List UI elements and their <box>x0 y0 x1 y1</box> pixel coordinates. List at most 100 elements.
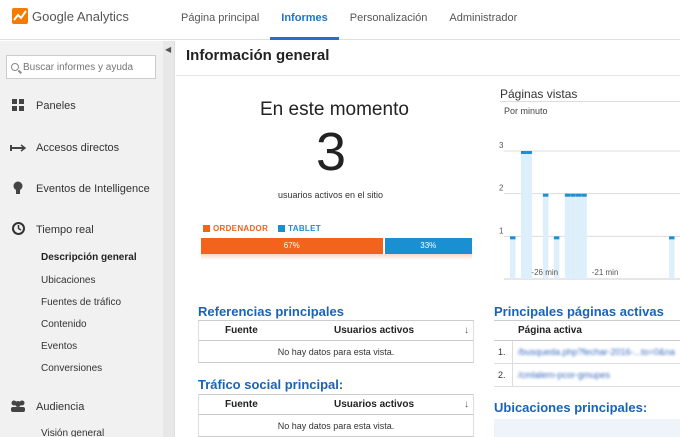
sidebar-item-label: Tiempo real <box>36 224 94 236</box>
sidebar-subitem-content[interactable]: Contenido <box>41 319 87 330</box>
bar-fill <box>581 193 587 279</box>
row-number: 1. <box>498 347 506 357</box>
tab-admin[interactable]: Administrador <box>438 0 528 40</box>
col-active-users[interactable]: Usuarios activos <box>334 325 414 336</box>
legend-item-tablet: TABLET <box>278 224 321 233</box>
col-source[interactable]: Fuente <box>225 399 258 410</box>
sidebar-item-audience[interactable]: Audiencia <box>0 396 163 418</box>
device-split-bar: 67% 33% <box>201 238 472 254</box>
collapse-arrow-icon[interactable]: ◀ <box>165 45 171 54</box>
x-tick-label: -21 min <box>592 268 619 277</box>
bar-cap <box>520 151 527 154</box>
locations-map-placeholder <box>494 419 680 437</box>
title-divider <box>176 75 680 76</box>
y-tick-label: 2 <box>499 184 504 193</box>
top-bar: Google Analytics Página principal Inform… <box>0 0 680 40</box>
sidebar-subitem-conversions[interactable]: Conversiones <box>41 363 102 374</box>
social-table: Fuente Usuarios activos ↓ No hay datos p… <box>198 394 474 437</box>
bar-cap <box>669 236 675 240</box>
device-legend: ORDENADOR TABLET <box>203 224 331 233</box>
tab-reports[interactable]: Informes <box>270 0 339 40</box>
y-tick-label: 1 <box>499 226 504 235</box>
sidebar-item-label: Audiencia <box>36 401 85 413</box>
page-title: Información general <box>186 47 330 64</box>
x-tick-label: -26 min <box>531 268 558 277</box>
row-divider <box>512 364 513 387</box>
sidebar-subitem-events[interactable]: Eventos <box>41 341 77 352</box>
pageviews-chart: 1 2 3 -26 min -21 min <box>499 141 680 280</box>
sort-down-icon[interactable]: ↓ <box>464 399 469 410</box>
bar-cap <box>581 193 587 197</box>
legend-item-desktop: ORDENADOR <box>203 224 268 233</box>
row-number: 2. <box>498 370 506 380</box>
bar-cap <box>510 236 516 240</box>
table-header: Fuente Usuarios activos ↓ <box>198 321 474 341</box>
table-row[interactable]: 2. /cmlalern-pcor-gmupes <box>494 364 680 387</box>
bar-cap <box>526 151 532 154</box>
page-link[interactable]: /cmlalern-pcor-gmupes <box>518 370 680 380</box>
grid-icon <box>10 98 26 114</box>
bar-fill <box>570 193 576 279</box>
sidebar-item-dashboards[interactable]: Paneles <box>0 95 163 117</box>
search-input[interactable] <box>23 61 153 73</box>
sidebar-item-realtime[interactable]: Tiempo real <box>0 219 163 241</box>
lightbulb-icon <box>10 181 26 198</box>
bar-shadow <box>201 254 472 260</box>
bar-fill <box>575 193 582 279</box>
sidebar-item-label: Paneles <box>36 100 76 112</box>
logo-text: Google Analytics <box>32 8 129 24</box>
col-active-users[interactable]: Usuarios activos <box>334 399 414 410</box>
device-segment-desktop[interactable]: 67% <box>201 238 383 254</box>
legend-label: ORDENADOR <box>213 224 269 233</box>
referrals-table: Fuente Usuarios activos ↓ No hay datos p… <box>198 320 474 363</box>
top-nav: Página principal Informes Personalizació… <box>170 0 528 40</box>
table-header: Página activa <box>494 321 680 341</box>
chart-divider <box>500 101 680 102</box>
locations-title: Ubicaciones principales: <box>494 400 648 415</box>
sidebar-subitem-locations[interactable]: Ubicaciones <box>41 275 95 286</box>
device-segment-tablet[interactable]: 33% <box>382 238 472 254</box>
sidebar-subitem-audience-overview[interactable]: Visión general <box>41 428 104 437</box>
chart-subtitle: Por minuto <box>504 106 548 116</box>
col-active-page[interactable]: Página activa <box>518 325 582 336</box>
sidebar-item-shortcuts[interactable]: Accesos directos <box>0 137 163 159</box>
social-title: Tráfico social principal: <box>198 377 344 392</box>
main-content: Información general En este momento 3 us… <box>176 41 680 437</box>
bar-fill <box>520 151 527 279</box>
people-icon <box>10 400 26 415</box>
bar-fill <box>669 236 675 279</box>
search-icon <box>11 63 19 71</box>
sidebar-item-label: Accesos directos <box>36 142 120 154</box>
bar-cap <box>553 236 560 240</box>
tab-home[interactable]: Página principal <box>170 0 270 40</box>
now-title: En este momento <box>260 99 409 120</box>
sidebar-subitem-traffic-sources[interactable]: Fuentes de tráfico <box>41 297 121 308</box>
sidebar-collapse-strip[interactable]: ◀ <box>163 41 175 437</box>
legend-swatch <box>278 225 286 232</box>
sort-down-icon[interactable]: ↓ <box>464 325 469 336</box>
y-tick-label: 3 <box>499 141 504 150</box>
logo[interactable]: Google Analytics <box>12 8 129 24</box>
col-source[interactable]: Fuente <box>225 325 258 336</box>
table-row[interactable]: 1. /busqueda.php?fechar-2016-...to=0&na <box>494 341 680 364</box>
referrals-title: Referencias principales <box>198 304 344 319</box>
sidebar-item-intelligence[interactable]: Eventos de Intelligence <box>0 178 163 200</box>
bar-cap <box>575 193 582 197</box>
bar-fill <box>542 193 549 279</box>
empty-message: No hay datos para esta vista. <box>198 341 474 363</box>
sidebar: Paneles Accesos directos Eventos de Inte… <box>0 41 163 437</box>
top-pages-table: Página activa 1. /busqueda.php?fechar-20… <box>494 320 680 387</box>
bar-fill <box>564 193 571 279</box>
tab-customization[interactable]: Personalización <box>339 0 439 40</box>
bar-cap <box>564 193 571 197</box>
shortcut-icon <box>10 141 27 155</box>
clock-icon <box>10 222 26 238</box>
sidebar-subitem-overview[interactable]: Descripción general <box>41 252 137 263</box>
active-users-label: usuarios activos en el sitio <box>278 190 384 200</box>
legend-label: TABLET <box>288 224 321 233</box>
active-users-count: 3 <box>316 122 347 182</box>
bar-cap <box>570 193 576 197</box>
table-header: Fuente Usuarios activos ↓ <box>198 395 474 415</box>
page-link[interactable]: /busqueda.php?fechar-2016-...to=0&na <box>518 347 680 357</box>
search-box[interactable] <box>6 55 156 79</box>
